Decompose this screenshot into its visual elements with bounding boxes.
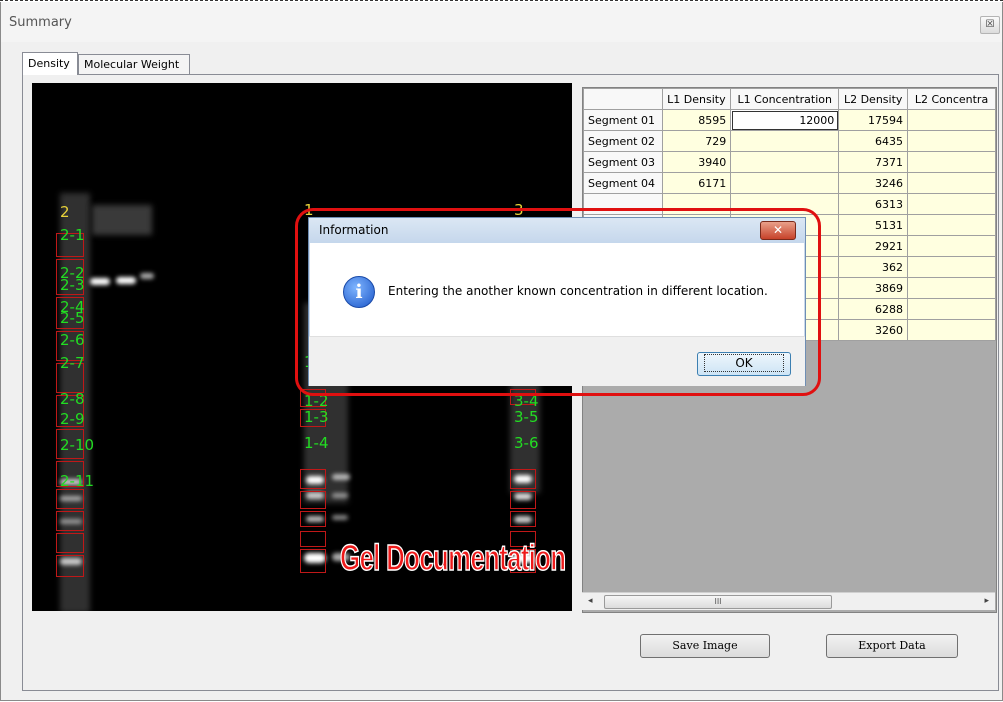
lane-smear (92, 205, 152, 235)
scroll-right-arrow-icon[interactable]: ▸ (984, 596, 989, 606)
table-cell[interactable] (907, 214, 996, 236)
gel-band (332, 515, 348, 520)
lane-label: 2 (60, 203, 70, 221)
segment-label: 2-1 (60, 226, 85, 244)
column-header[interactable]: L1 Density (661, 88, 732, 110)
segment-box[interactable] (56, 533, 84, 553)
row-header[interactable]: Segment 02 (583, 130, 663, 152)
table-row: Segment 01 8595 12000 17594 (583, 109, 996, 131)
table-cell[interactable] (730, 151, 840, 173)
row-header[interactable]: Segment 04 (583, 172, 663, 194)
table-cell[interactable]: 3260 (838, 319, 909, 341)
segment-label: 1-4 (304, 434, 329, 452)
scroll-left-arrow-icon[interactable]: ◂ (588, 596, 593, 606)
gel-band (332, 493, 348, 498)
table-cell[interactable]: 6313 (838, 193, 909, 215)
horizontal-scrollbar[interactable]: ◂ III ▸ (582, 592, 995, 610)
title-bar: Summary ☒ (1, 2, 1002, 42)
segment-box[interactable] (300, 511, 326, 527)
window-close-button[interactable]: ☒ (980, 16, 1000, 34)
column-header[interactable]: L2 Density (838, 88, 909, 110)
segment-label: 2-3 (60, 276, 85, 294)
table-cell[interactable]: 3246 (838, 172, 909, 194)
watermark-logo: Gel Documentation (339, 536, 566, 579)
table-row: Segment 02 729 6435 (583, 130, 996, 152)
table-cell[interactable]: 6288 (838, 298, 909, 320)
tab-density[interactable]: Density (22, 52, 78, 75)
segment-box[interactable] (510, 491, 536, 509)
table-cell[interactable] (730, 172, 840, 194)
table-cell[interactable] (907, 151, 996, 173)
table-header-row: L1 Density L1 Concentration L2 Density L… (583, 88, 996, 110)
row-header[interactable]: Segment 01 (583, 109, 663, 131)
table-row: Segment 04 6171 3246 (583, 172, 996, 194)
gel-band (140, 273, 154, 279)
segment-label: 3-6 (514, 434, 539, 452)
segment-box[interactable] (300, 531, 326, 547)
segment-box[interactable] (56, 489, 84, 509)
segment-label: 1-3 (304, 408, 329, 426)
table-cell[interactable]: 3940 (661, 151, 732, 173)
segment-label: 2-5 (60, 309, 85, 327)
table-cell[interactable]: 2921 (838, 235, 909, 257)
segment-box[interactable] (56, 511, 84, 531)
segment-label: 2-8 (60, 390, 85, 408)
segment-label: 1-2 (304, 392, 329, 410)
table-cell[interactable] (907, 172, 996, 194)
table-cell[interactable] (907, 235, 996, 257)
segment-label: 2-6 (60, 331, 85, 349)
table-cell[interactable]: 729 (661, 130, 732, 152)
segment-box[interactable] (510, 469, 536, 489)
segment-label: 2-7 (60, 354, 85, 372)
column-header[interactable]: L1 Concentration (730, 88, 840, 110)
table-cell[interactable]: 7371 (838, 151, 909, 173)
table-cell[interactable] (907, 256, 996, 278)
segment-label: 3-5 (514, 408, 539, 426)
tab-molecular-weight[interactable]: Molecular Weight (78, 54, 190, 74)
table-cell[interactable] (907, 319, 996, 341)
concentration-input-cell[interactable]: 12000 (730, 109, 840, 131)
table-cell[interactable] (907, 130, 996, 152)
segment-label: 2-9 (60, 410, 85, 428)
highlight-outline (295, 208, 821, 396)
table-cell[interactable]: 3869 (838, 277, 909, 299)
scrollbar-thumb[interactable]: III (604, 595, 832, 609)
gel-band (116, 277, 136, 284)
segment-label: 2-11 (60, 472, 95, 490)
segment-box[interactable] (300, 469, 326, 489)
column-header[interactable]: L2 Concentra (907, 88, 996, 110)
segment-box[interactable] (300, 549, 326, 573)
table-cell[interactable]: 6435 (838, 130, 909, 152)
table-cell[interactable] (907, 109, 996, 131)
segment-box[interactable] (300, 491, 326, 509)
table-cell[interactable]: 5131 (838, 214, 909, 236)
gel-band (332, 474, 350, 480)
window-title: Summary (9, 15, 72, 30)
screenshot-border (0, 0, 1003, 1)
table-cell[interactable] (907, 193, 996, 215)
save-image-button[interactable]: Save Image (640, 634, 770, 658)
close-icon: ☒ (985, 19, 995, 30)
table-cell[interactable]: 8595 (661, 109, 732, 131)
table-cell[interactable] (907, 298, 996, 320)
table-cell[interactable]: 6171 (661, 172, 732, 194)
grid-corner[interactable] (583, 88, 663, 110)
export-data-button[interactable]: Export Data (826, 634, 958, 658)
table-cell[interactable]: 17594 (838, 109, 909, 131)
table-cell[interactable] (907, 277, 996, 299)
gel-band (90, 278, 110, 285)
segment-label: 3-4 (514, 392, 539, 410)
table-cell[interactable] (730, 130, 840, 152)
row-header[interactable]: Segment 03 (583, 151, 663, 173)
segment-box[interactable] (510, 511, 536, 527)
segment-box[interactable] (56, 555, 84, 577)
table-row: Segment 03 3940 7371 (583, 151, 996, 173)
table-cell[interactable]: 362 (838, 256, 909, 278)
segment-label: 2-10 (60, 436, 95, 454)
